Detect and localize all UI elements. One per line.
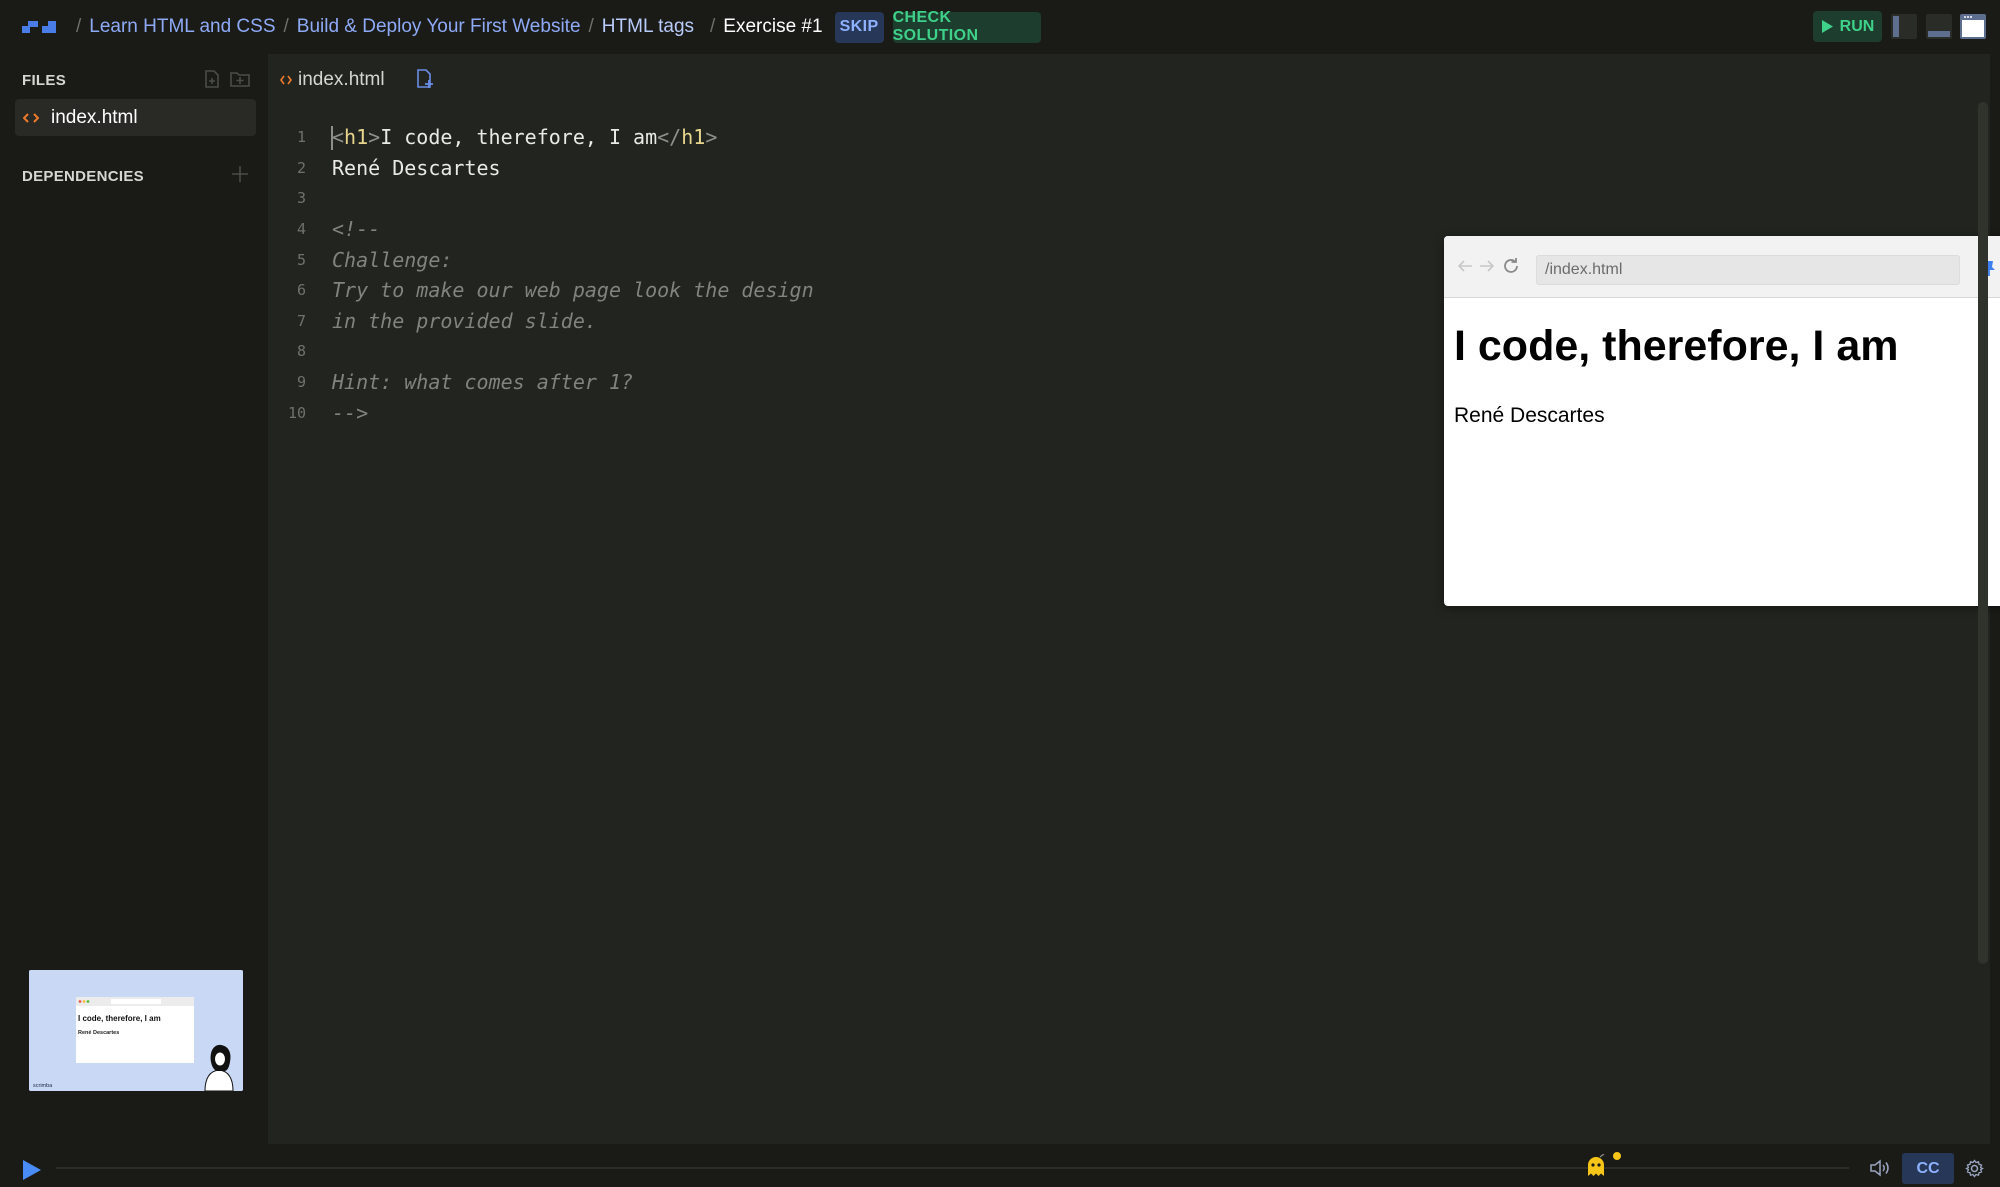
run-button[interactable]: RUN	[1813, 11, 1882, 42]
tag-name: h1	[344, 125, 369, 150]
dependencies-heading: DEPENDENCIES	[22, 168, 144, 185]
reload-icon[interactable]	[1502, 257, 1520, 275]
slide-thumbnail-illustration: I code, therefore, I am René Descartes s…	[29, 970, 243, 1091]
scrimba-editor-app: / Learn HTML and CSS / Build & Deploy Yo…	[0, 0, 2000, 1187]
line-number: 10	[287, 403, 306, 422]
preview-window[interactable]: /index.html I code, therefore, I am René…	[1444, 236, 2000, 606]
add-dependency-icon[interactable]	[231, 165, 249, 183]
forward-arrow-icon[interactable]	[1478, 258, 1496, 274]
notification-dot	[1613, 1152, 1621, 1160]
line-number: 1	[296, 128, 306, 147]
code-line: 8	[268, 336, 306, 367]
line-number: 9	[296, 373, 306, 392]
comment-line: in the provided slide.	[332, 308, 597, 333]
volume-icon[interactable]	[1869, 1159, 1891, 1177]
code-line: 7 in the provided slide.	[268, 306, 597, 337]
progress-bar[interactable]	[56, 1167, 1849, 1169]
thumbnail-brand: scrimba	[33, 1083, 53, 1089]
scrimba-logo-icon[interactable]	[22, 20, 56, 34]
check-solution-button[interactable]: CHECK SOLUTION	[892, 9, 1041, 44]
editor-scrollbar[interactable]	[1978, 102, 1988, 964]
play-icon	[1821, 20, 1833, 33]
file-item-index-html[interactable]: index.html	[15, 99, 256, 136]
line-number: 6	[296, 281, 306, 300]
breadcrumb-separator: /	[588, 16, 594, 37]
comment-line: Challenge:	[332, 247, 453, 272]
tag-bracket: >	[705, 125, 718, 150]
code-line: 4 <!--	[268, 214, 380, 245]
breadcrumb-course[interactable]: Learn HTML and CSS	[89, 16, 275, 38]
preview-url-field[interactable]: /index.html	[1536, 255, 1960, 285]
comment-line: -->	[332, 400, 369, 425]
breadcrumb-separator: /	[76, 16, 82, 37]
play-icon[interactable]	[21, 1158, 43, 1182]
file-sidebar: FILES index.html DEPENDENCIES I code, th…	[0, 54, 268, 1144]
text-cursor	[331, 126, 333, 150]
code-line: 6 Try to make our web page look the desi…	[268, 275, 814, 306]
layout-floating-preview-icon[interactable]	[1960, 13, 1986, 40]
breadcrumb-lesson[interactable]: HTML tags	[602, 16, 694, 38]
new-folder-icon[interactable]	[229, 69, 251, 89]
tag-bracket: </	[657, 125, 682, 150]
line-number: 7	[296, 311, 306, 330]
text-content: I code, therefore, I am	[380, 125, 658, 150]
player-controls: CC	[0, 1144, 2000, 1187]
code-area[interactable]: 1 <h1>I code, therefore, I am</h1> 2 Ren…	[268, 122, 814, 428]
skip-button[interactable]: SKIP	[834, 11, 884, 43]
preview-heading: I code, therefore, I am	[1454, 322, 1899, 370]
preview-toolbar: /index.html	[1444, 236, 2000, 298]
comment-line: <!--	[332, 217, 381, 242]
breadcrumb-current: Exercise #1	[723, 16, 823, 37]
code-editor[interactable]: index.html 1 <h1>I code, therefore, I am…	[268, 54, 2000, 1144]
tag-bracket: <	[332, 125, 345, 150]
comment-line: Try to make our web page look the design	[332, 278, 814, 303]
ghost-icon[interactable]	[1585, 1154, 1607, 1178]
editor-tab-index-html[interactable]: index.html	[280, 67, 385, 93]
code-icon	[23, 112, 39, 123]
closed-captions-button[interactable]: CC	[1902, 1153, 1954, 1184]
run-label: RUN	[1839, 17, 1875, 35]
layout-bottom-panel-icon[interactable]	[1926, 13, 1952, 40]
line-number: 3	[296, 189, 306, 208]
comment-line: Hint: what comes after 1?	[332, 370, 634, 395]
thumbnail-paragraph: René Descartes	[78, 1030, 119, 1036]
line-number: 5	[296, 250, 306, 269]
line-content: <h1>I code, therefore, I am</h1>	[332, 125, 717, 149]
line-number: 4	[296, 220, 306, 239]
new-file-tab-icon[interactable]	[414, 68, 436, 90]
tag-bracket: >	[368, 125, 381, 150]
top-bar: / Learn HTML and CSS / Build & Deploy Yo…	[0, 0, 2000, 54]
new-file-icon[interactable]	[202, 69, 222, 89]
thumbnail-heading: I code, therefore, I am	[78, 1014, 161, 1023]
slide-thumbnail[interactable]: I code, therefore, I am René Descartes s…	[29, 970, 243, 1091]
code-line: 2 René Descartes	[268, 153, 501, 184]
code-line: 5 Challenge:	[268, 244, 452, 275]
editor-tab-label: index.html	[298, 69, 385, 90]
code-line: 9 Hint: what comes after 1?	[268, 367, 633, 398]
code-line: 10 -->	[268, 397, 368, 428]
settings-gear-icon[interactable]	[1965, 1159, 1984, 1178]
breadcrumb-separator: /	[710, 16, 716, 37]
preview-paragraph: René Descartes	[1454, 404, 1605, 427]
breadcrumb: / Learn HTML and CSS / Build & Deploy Yo…	[76, 0, 1041, 54]
line-number: 8	[296, 342, 306, 361]
line-number: 2	[296, 158, 306, 177]
file-name: index.html	[51, 106, 138, 128]
back-arrow-icon[interactable]	[1456, 258, 1474, 274]
breadcrumb-separator: /	[283, 16, 289, 37]
files-heading: FILES	[22, 72, 67, 89]
code-line: 3	[268, 183, 306, 214]
layout-side-by-side-icon[interactable]	[1891, 13, 1917, 40]
code-line: 1 <h1>I code, therefore, I am</h1>	[268, 122, 717, 153]
breadcrumb-module[interactable]: Build & Deploy Your First Website	[297, 16, 581, 38]
code-icon	[280, 75, 292, 85]
tag-name: h1	[681, 125, 706, 150]
line-content: René Descartes	[332, 155, 501, 180]
